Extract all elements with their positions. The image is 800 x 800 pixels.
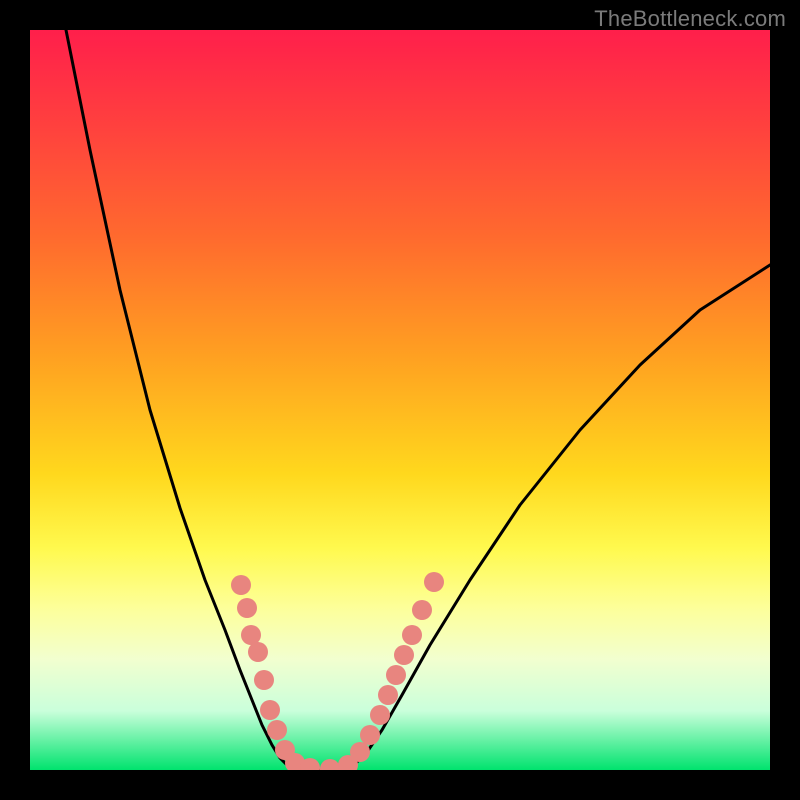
data-point [402, 625, 422, 645]
data-point [260, 700, 280, 720]
chart-frame: TheBottleneck.com [0, 0, 800, 800]
data-point [350, 742, 370, 762]
watermark-text: TheBottleneck.com [594, 6, 786, 32]
data-point [320, 759, 340, 770]
bottleneck-curve [66, 30, 770, 770]
chart-svg [30, 30, 770, 770]
data-point [378, 685, 398, 705]
data-point [412, 600, 432, 620]
data-point [231, 575, 251, 595]
chart-plot-area [30, 30, 770, 770]
data-point [248, 642, 268, 662]
data-point [424, 572, 444, 592]
data-point [360, 725, 380, 745]
data-point [254, 670, 274, 690]
data-point [267, 720, 287, 740]
data-point [237, 598, 257, 618]
data-point [370, 705, 390, 725]
data-point [386, 665, 406, 685]
data-point-group [231, 572, 444, 770]
data-point [394, 645, 414, 665]
